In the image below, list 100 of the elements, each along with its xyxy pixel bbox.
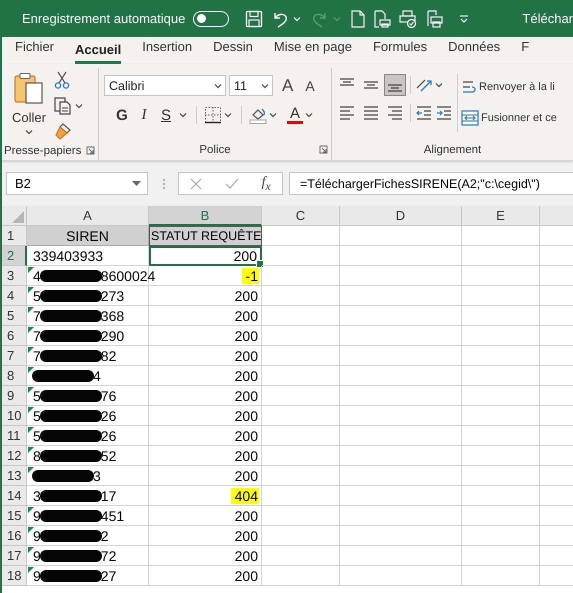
table-cell-text: 200 [234, 408, 259, 424]
error-indicator-icon[interactable] [28, 287, 34, 293]
caret-icon[interactable] [261, 82, 269, 88]
print-preview-icon[interactable] [373, 10, 392, 28]
check-icon[interactable] [224, 178, 239, 190]
fill-color-icon[interactable] [249, 106, 267, 124]
underline-button[interactable]: S [155, 106, 177, 124]
autosave-toggle[interactable] [193, 10, 230, 26]
ribbon-tab[interactable]: Insertion [142, 39, 192, 64]
row-header[interactable]: 16 [2, 526, 27, 546]
row-header[interactable]: 6 [2, 326, 27, 346]
wrap-text-button[interactable]: Renvoyer à la li [461, 78, 557, 96]
new-document-icon[interactable] [351, 10, 366, 28]
error-indicator-icon[interactable] [28, 387, 34, 393]
ribbon-tab[interactable]: Formules [372, 39, 428, 64]
ribbon-tab[interactable]: Mise en page [274, 39, 352, 64]
caret-icon[interactable] [305, 112, 313, 118]
error-indicator-icon[interactable] [28, 467, 34, 473]
print-icon[interactable] [425, 10, 444, 28]
table-cell-text: 200 [234, 428, 259, 444]
formula-field[interactable]: =TéléchargerFichesSIRENE(A2;"c:\cegid\") [289, 172, 573, 195]
dialog-launcher-icon[interactable] [319, 145, 328, 154]
merge-center-button[interactable]: Fusionner et ce [461, 110, 557, 126]
row-header[interactable]: 14 [2, 486, 27, 506]
error-indicator-icon[interactable] [28, 527, 34, 533]
row-header[interactable]: 4 [2, 286, 27, 306]
caret-icon[interactable] [214, 82, 222, 88]
font-size-field[interactable]: 11 [229, 75, 273, 96]
error-indicator-icon[interactable] [28, 447, 34, 453]
insert-function-button[interactable]: f$_{x}$ [262, 174, 271, 192]
error-indicator-icon[interactable] [28, 307, 34, 313]
table-cell: 9 2 [33, 528, 109, 544]
row-header[interactable]: 9 [2, 386, 27, 406]
row-header[interactable]: 7 [2, 346, 27, 366]
row-header[interactable]: 2 [2, 246, 27, 266]
row-header[interactable]: 15 [2, 506, 27, 526]
error-indicator-icon[interactable] [28, 547, 34, 553]
row-header[interactable]: 1 [2, 226, 27, 246]
error-indicator-icon[interactable] [28, 267, 34, 273]
increase-indent-icon[interactable] [435, 104, 453, 122]
table-cell-text: 200 [234, 288, 259, 304]
column-header[interactable]: C [262, 206, 340, 226]
error-indicator-icon[interactable] [28, 327, 34, 333]
dropdown-icon [132, 180, 141, 186]
fill-handle[interactable] [256, 260, 264, 268]
row-header[interactable]: 13 [2, 466, 27, 486]
table-cell: 9 451 [33, 508, 124, 524]
error-indicator-icon[interactable] [28, 427, 34, 433]
dialog-launcher-icon[interactable] [86, 146, 95, 155]
error-indicator-icon[interactable] [28, 407, 34, 413]
table-cell-text: 3 [92, 468, 101, 484]
ribbon-tab[interactable]: F [521, 39, 530, 64]
ribbon-tab[interactable]: Fichier [15, 39, 54, 64]
row-header[interactable]: 18 [2, 566, 27, 586]
row-header[interactable]: 8 [2, 366, 27, 386]
error-indicator-icon[interactable] [28, 567, 34, 573]
paintbrush-icon[interactable] [54, 123, 72, 141]
customize-icon[interactable] [459, 14, 470, 24]
copy-icon[interactable] [54, 97, 72, 115]
increase-font-size-button[interactable]: A [282, 76, 294, 96]
autosave-label: Enregistrement automatique [22, 11, 186, 26]
row-header[interactable]: 3 [2, 266, 27, 286]
ribbon-tab[interactable]: Données [448, 39, 500, 64]
paste-button[interactable]: Coller [2, 68, 50, 141]
column-header[interactable]: A [27, 206, 149, 226]
column-header[interactable]: B [149, 206, 262, 226]
caret-icon[interactable] [269, 112, 277, 118]
caret-icon[interactable] [179, 112, 187, 118]
borders-icon[interactable] [204, 106, 222, 124]
caret-icon[interactable] [435, 82, 443, 88]
row-header[interactable]: 12 [2, 446, 27, 466]
name-box[interactable]: B2 [6, 172, 148, 195]
row-header[interactable]: 11 [2, 426, 27, 446]
bold-button[interactable]: G [111, 106, 133, 124]
font-color-button[interactable]: A [287, 106, 303, 124]
caret-icon[interactable] [74, 103, 83, 109]
table-cell: 5 76 [33, 388, 116, 404]
caret-icon[interactable] [24, 129, 33, 135]
bottom-align-icon[interactable] [384, 74, 406, 96]
save-icon[interactable] [245, 10, 264, 28]
italic-button[interactable]: I [133, 106, 155, 124]
table-cell: -1 [242, 268, 259, 284]
table-cell: 5 26 [33, 428, 116, 444]
error-indicator-icon[interactable] [28, 347, 34, 353]
row-header[interactable]: 17 [2, 546, 27, 566]
decrease-indent-icon[interactable] [415, 104, 433, 122]
error-indicator-icon[interactable] [28, 507, 34, 513]
column-header[interactable]: E [462, 206, 540, 226]
ribbon-tab[interactable]: Dessin [213, 39, 253, 64]
scissors-icon[interactable] [54, 71, 70, 89]
row-header[interactable]: 10 [2, 406, 27, 426]
column-header[interactable]: D [340, 206, 462, 226]
error-indicator-icon[interactable] [28, 367, 34, 373]
row-header[interactable]: 5 [2, 306, 27, 326]
decrease-font-size-button[interactable]: A [305, 78, 315, 94]
font-name-field[interactable]: Calibri [104, 75, 226, 96]
table-cell: 404 [230, 488, 259, 504]
caret-icon[interactable] [224, 112, 232, 118]
quick-print-icon[interactable] [399, 10, 418, 28]
table-cell-text: 200 [234, 568, 259, 584]
